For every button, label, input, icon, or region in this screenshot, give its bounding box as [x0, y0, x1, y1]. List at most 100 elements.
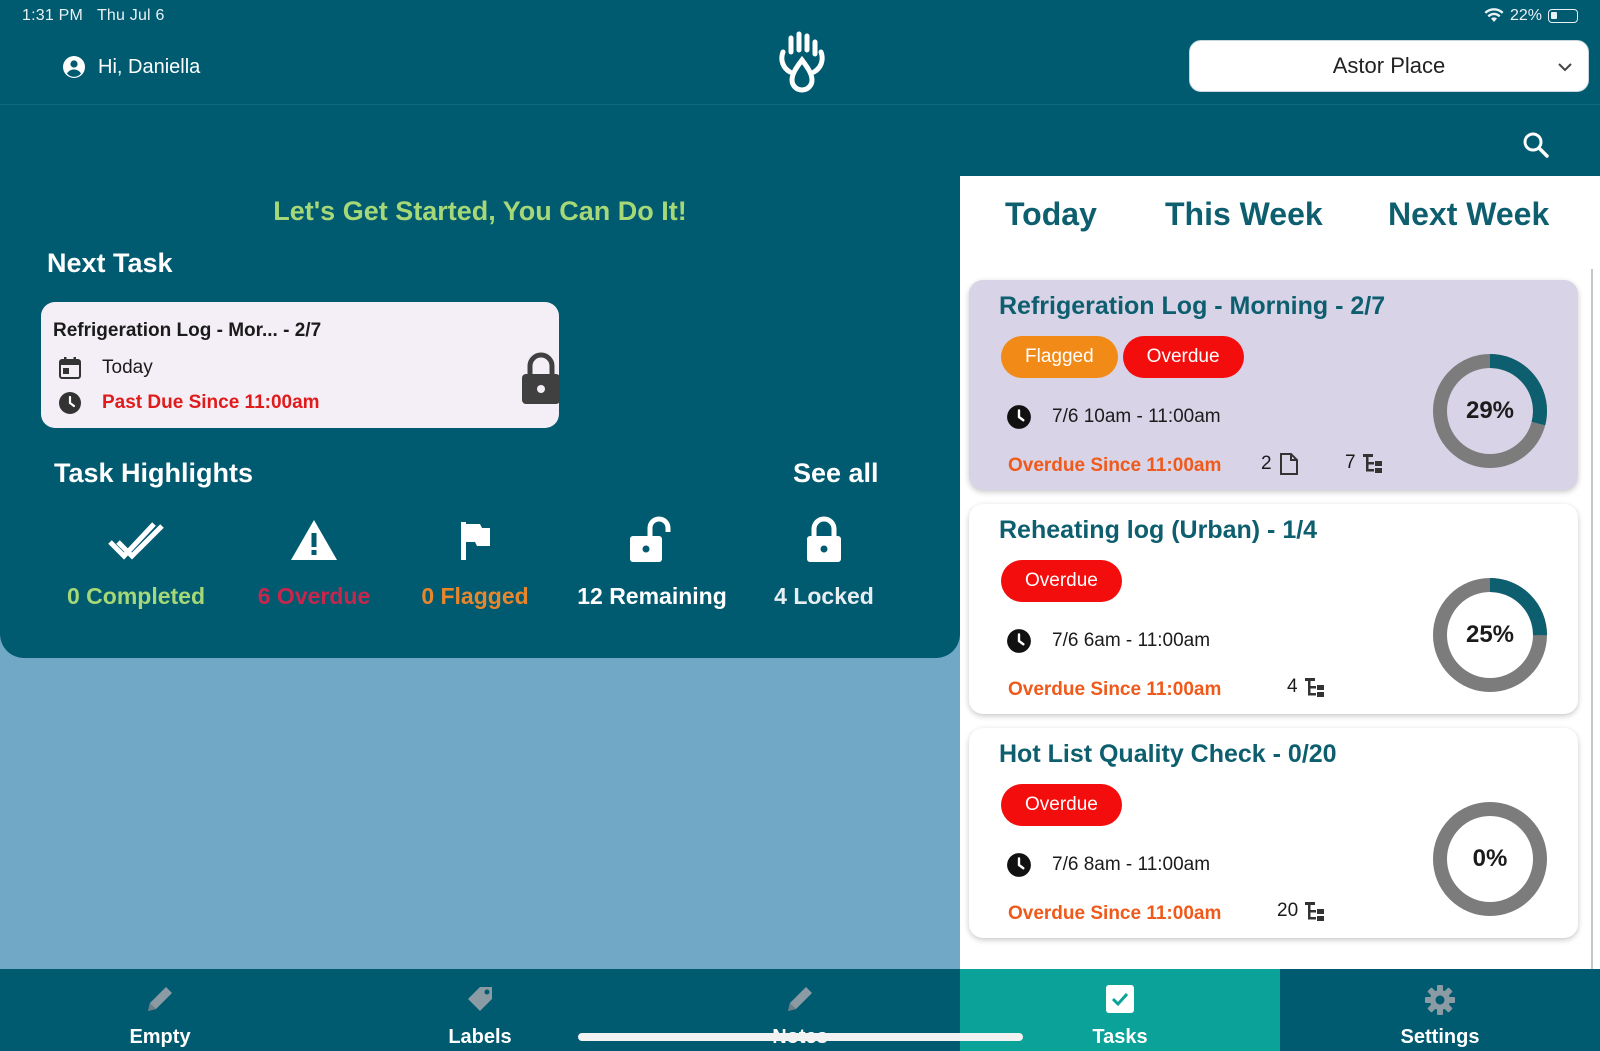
highlight-locked[interactable]: 4 Locked — [734, 512, 914, 610]
nav-settings-label: Settings — [1400, 1026, 1480, 1048]
subtask-count-value: 4 — [1287, 676, 1298, 697]
see-all-link[interactable]: See all — [793, 458, 879, 489]
task-card[interactable]: Refrigeration Log - Morning - 2/7 Flagge… — [969, 280, 1578, 490]
clock-icon — [1007, 853, 1031, 877]
account-circle-icon — [63, 56, 85, 78]
wifi-icon — [1484, 8, 1504, 22]
tab-this-week[interactable]: This Week — [1165, 196, 1323, 233]
subtask-count: 20 — [1277, 900, 1326, 922]
task-time-row: 7/6 6am - 11:00am — [1006, 628, 1210, 654]
search-bar — [0, 104, 1600, 176]
greeting-text: Hi, Daniella — [98, 55, 201, 78]
calendar-icon — [59, 357, 81, 379]
overdue-count: 6 Overdue — [257, 583, 371, 609]
subtask-count: 4 — [1287, 676, 1326, 698]
attachment-count-value: 2 — [1261, 453, 1272, 474]
task-badges: Flagged Overdue — [1001, 336, 1244, 378]
task-time-row: 7/6 10am - 11:00am — [1006, 404, 1221, 430]
task-time: 7/6 6am - 11:00am — [1052, 630, 1211, 651]
highlight-flagged[interactable]: 0 Flagged — [385, 512, 565, 610]
location-value: Astor Place — [1332, 53, 1446, 78]
task-time: 7/6 8am - 11:00am — [1052, 854, 1211, 875]
progress-ring: 25% — [1429, 574, 1551, 696]
task-time: 7/6 10am - 11:00am — [1052, 406, 1221, 427]
home-indicator[interactable] — [578, 1033, 1023, 1041]
task-card[interactable]: Hot List Quality Check - 0/20 Overdue 7/… — [969, 728, 1578, 938]
progress-ring: 0% — [1429, 798, 1551, 920]
next-task-heading: Next Task — [47, 248, 173, 278]
progress-percent: 0% — [1472, 845, 1508, 872]
date-text: Thu Jul 6 — [96, 7, 165, 24]
document-icon — [1279, 453, 1298, 475]
tab-today[interactable]: Today — [1005, 196, 1097, 233]
nav-empty[interactable]: Empty — [0, 969, 320, 1051]
task-title: Hot List Quality Check - 0/20 — [999, 740, 1337, 768]
highlight-remaining[interactable]: 12 Remaining — [562, 512, 742, 610]
lock-icon — [807, 516, 841, 562]
highlight-completed[interactable]: 0 Completed — [46, 512, 226, 610]
task-title: Reheating log (Urban) - 1/4 — [999, 516, 1318, 544]
task-time-row: 7/6 8am - 11:00am — [1006, 852, 1210, 878]
next-task-past-due: Past Due Since 11:00am — [102, 392, 320, 413]
next-task-status-row: Past Due Since 11:00am — [58, 391, 320, 415]
task-overdue-since: Overdue Since 11:00am — [1008, 903, 1222, 924]
lock-icon — [522, 352, 560, 404]
unlock-icon — [630, 516, 671, 562]
task-badges: Overdue — [1001, 784, 1122, 826]
status-indicators: 22% — [1484, 7, 1578, 25]
progress-percent: 25% — [1465, 621, 1515, 648]
motivation-text: Let's Get Started, You Can Do It! — [273, 196, 687, 226]
battery-icon — [1548, 9, 1578, 23]
dashboard-panel: Let's Get Started, You Can Do It! Next T… — [0, 176, 960, 658]
battery-percent: 22% — [1509, 7, 1542, 24]
task-list-panel: Today This Week Next Week Refrigeration … — [960, 176, 1600, 969]
gear-icon — [1425, 985, 1455, 1015]
next-task-date-row: Today — [58, 356, 153, 380]
search-icon[interactable] — [1522, 131, 1550, 159]
clock-text: 1:31 PM — [22, 7, 83, 24]
clock-icon — [59, 392, 81, 414]
progress-percent: 29% — [1465, 397, 1515, 424]
highlight-overdue[interactable]: 6 Overdue — [224, 512, 404, 610]
app-logo-icon — [779, 31, 825, 93]
attachment-count: 2 — [1261, 452, 1300, 476]
flag-icon — [461, 522, 490, 560]
chevron-down-icon — [1558, 63, 1572, 72]
double-check-icon — [108, 522, 164, 560]
next-task-title: Refrigeration Log - Mor... - 2/7 — [53, 320, 322, 341]
subtask-count-value: 20 — [1277, 900, 1299, 921]
status-time: 1:31 PM Thu Jul 6 — [22, 7, 165, 25]
overdue-badge: Overdue — [1001, 784, 1122, 826]
subtask-count: 7 — [1345, 452, 1384, 474]
subtask-count-value: 7 — [1345, 452, 1356, 473]
tag-icon — [468, 987, 492, 1011]
subtask-tree-icon — [1305, 902, 1325, 921]
location-dropdown[interactable]: Astor Place — [1189, 40, 1589, 92]
task-overdue-since: Overdue Since 11:00am — [1008, 455, 1222, 476]
scrollbar[interactable] — [1591, 269, 1593, 969]
pencil-icon — [148, 987, 172, 1011]
pencil-icon — [788, 987, 812, 1011]
nav-empty-label: Empty — [129, 1026, 191, 1048]
clock-icon — [1007, 405, 1031, 429]
tab-next-week[interactable]: Next Week — [1388, 196, 1549, 233]
user-greeting[interactable]: Hi, Daniella — [62, 55, 200, 79]
task-card[interactable]: Reheating log (Urban) - 1/4 Overdue 7/6 … — [969, 504, 1578, 714]
task-highlights-heading: Task Highlights — [54, 458, 254, 488]
next-task-card[interactable]: Refrigeration Log - Mor... - 2/7 Today P… — [41, 302, 560, 428]
flagged-count: 0 Flagged — [421, 583, 529, 609]
clock-icon — [1007, 629, 1031, 653]
overdue-badge: Overdue — [1001, 560, 1122, 602]
task-badges: Overdue — [1001, 560, 1122, 602]
checkbox-icon — [1106, 985, 1134, 1013]
remaining-count: 12 Remaining — [577, 583, 727, 609]
date-tabs: Today This Week Next Week — [960, 196, 1600, 246]
top-bar: 1:31 PM Thu Jul 6 22% Hi, Daniella Astor… — [0, 0, 1600, 104]
nav-settings[interactable]: Settings — [1280, 969, 1600, 1051]
task-title: Refrigeration Log - Morning - 2/7 — [999, 292, 1386, 320]
subtask-tree-icon — [1304, 678, 1324, 697]
next-task-date: Today — [102, 357, 153, 378]
completed-count: 0 Completed — [66, 583, 206, 609]
progress-ring: 29% — [1429, 350, 1551, 472]
task-overdue-since: Overdue Since 11:00am — [1008, 679, 1222, 700]
